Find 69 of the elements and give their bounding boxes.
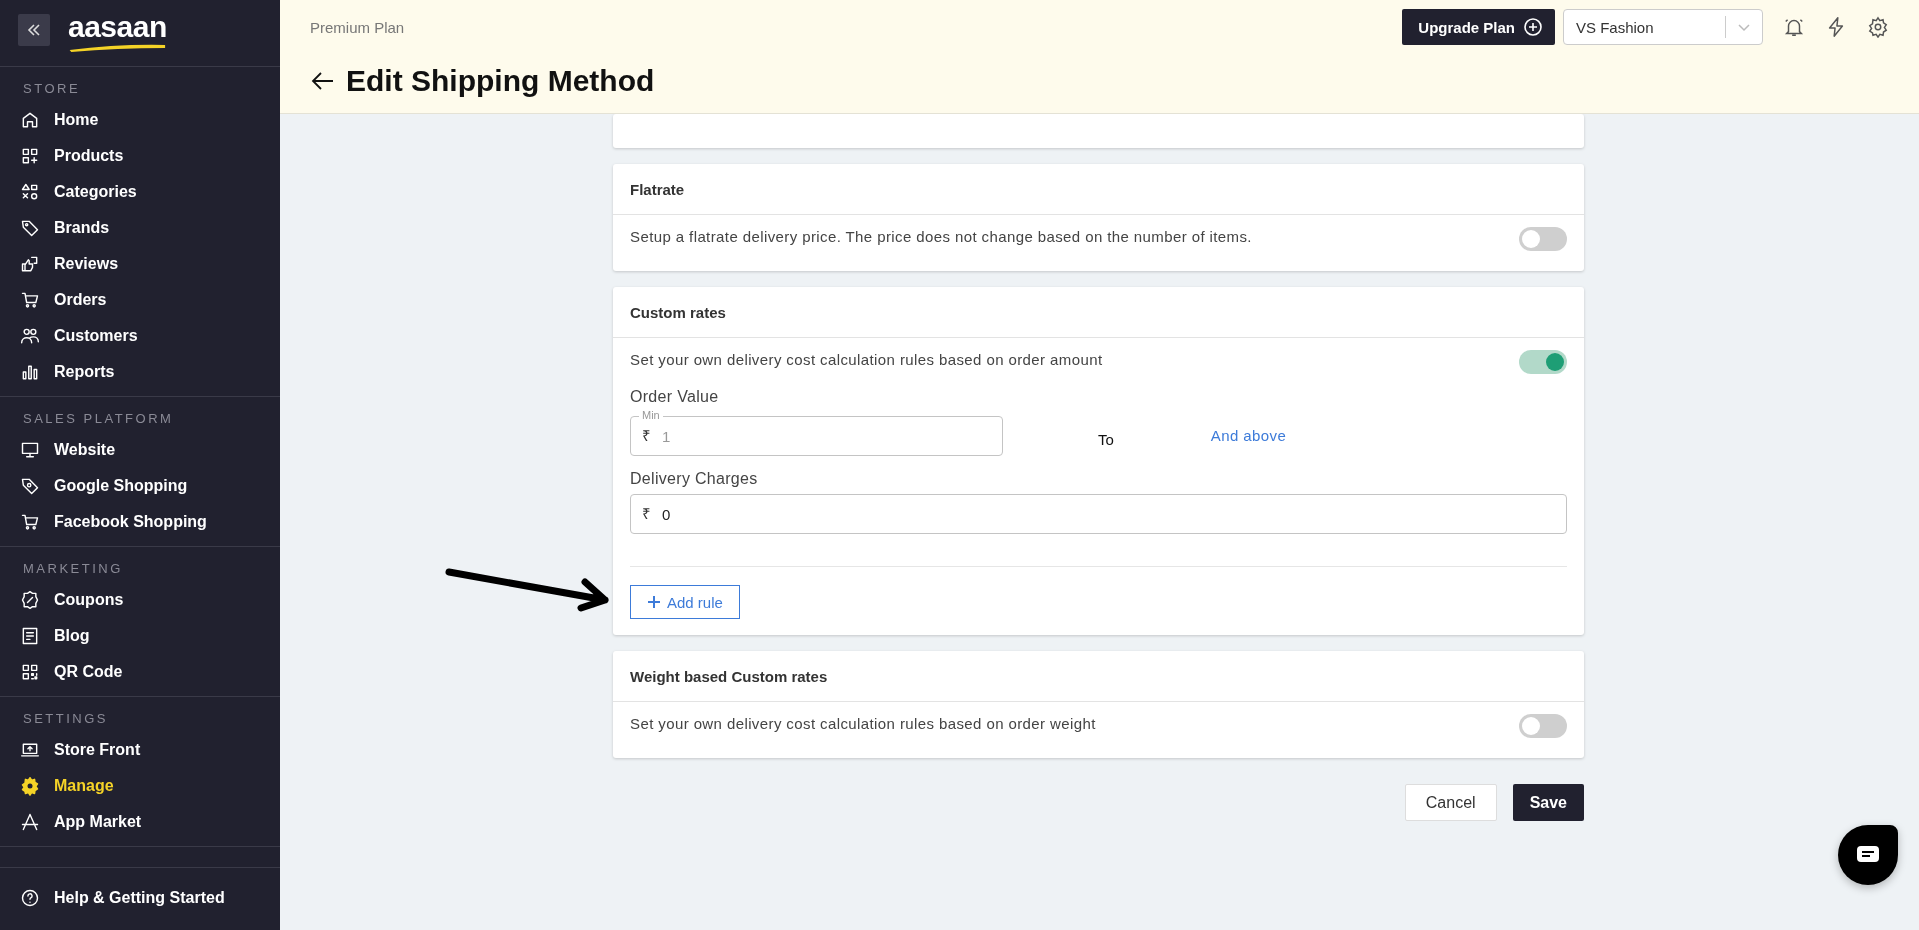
- max-value-text: And above: [1210, 426, 1287, 444]
- laptop-icon: [20, 740, 40, 760]
- cancel-button[interactable]: Cancel: [1404, 784, 1497, 821]
- home-icon: [20, 110, 40, 130]
- tag-icon: [20, 218, 40, 238]
- section-heading: STORE: [22, 80, 82, 98]
- cart-icon: [20, 290, 40, 310]
- a-frame-icon: [20, 812, 40, 832]
- nav-item[interactable]: QR Code: [0, 654, 280, 690]
- people-icon: [20, 326, 40, 346]
- toggle-switch[interactable]: [1519, 227, 1567, 251]
- plus-circle-icon: [1523, 17, 1543, 37]
- document-icon: [20, 626, 40, 646]
- settings-icon[interactable]: [1867, 16, 1889, 38]
- nav-item[interactable]: Home: [0, 102, 280, 138]
- chat-button[interactable]: [1838, 825, 1898, 885]
- field-label: Delivery Charges: [630, 470, 759, 488]
- toggle-switch[interactable]: [1519, 350, 1567, 374]
- nav-item[interactable]: Blog: [0, 618, 280, 654]
- shapes-icon: [20, 182, 40, 202]
- thumbs-icon: [20, 254, 40, 274]
- nav-item[interactable]: Reviews: [0, 246, 280, 282]
- card-title: Custom rates: [630, 303, 726, 321]
- currency-symbol: ₹: [642, 427, 651, 445]
- nav-item[interactable]: Website: [0, 432, 280, 468]
- collapse-button[interactable]: [18, 14, 50, 46]
- description: Setup a flatrate delivery price. The price does not change based on the number of items.: [630, 227, 1252, 247]
- plus-icon: [647, 595, 661, 609]
- nav-item[interactable]: Google Shopping: [0, 468, 280, 504]
- nav-item[interactable]: Customers: [0, 318, 280, 354]
- nav-item[interactable]: Store Front: [0, 732, 280, 768]
- nav-item[interactable]: Facebook Shopping: [0, 504, 280, 540]
- section-heading: SALES PLATFORM: [22, 410, 175, 428]
- description: Set your own delivery cost calculation rules based on order weight: [630, 714, 1096, 734]
- card-title: Flatrate: [630, 180, 685, 198]
- tag-icon: [20, 476, 40, 496]
- grid-icon: [20, 146, 40, 166]
- nav-item[interactable]: Help & Getting Started: [0, 880, 280, 916]
- card-title: Weight based Custom rates: [630, 667, 828, 685]
- floating-label: Min: [639, 408, 663, 422]
- store-select[interactable]: VS Fashion: [1563, 9, 1763, 45]
- section-heading: MARKETING: [22, 560, 124, 578]
- section-heading: SETTINGS: [22, 710, 109, 728]
- to-label: To: [1098, 430, 1114, 448]
- gear-icon: [20, 776, 40, 796]
- help-icon: [20, 888, 40, 908]
- monitor-icon: [20, 440, 40, 460]
- bar-chart-icon: [20, 362, 40, 382]
- nav-item[interactable]: Orders: [0, 282, 280, 318]
- nav-item[interactable]: App Market: [0, 804, 280, 840]
- toggle-switch[interactable]: [1519, 714, 1567, 738]
- cart-icon: [20, 512, 40, 532]
- save-button[interactable]: Save: [1512, 784, 1584, 821]
- currency-symbol: ₹: [642, 505, 651, 523]
- description: Set your own delivery cost calculation rules based on order amount: [630, 350, 1103, 370]
- add-rule-button[interactable]: Add rule: [630, 585, 740, 619]
- field-label: Order Value: [630, 388, 720, 406]
- nav-item[interactable]: Manage: [0, 768, 280, 804]
- plan-label: Premium Plan: [310, 18, 406, 36]
- qr-code-icon: [20, 662, 40, 682]
- badge-icon: [20, 590, 40, 610]
- nav-item[interactable]: Products: [0, 138, 280, 174]
- nav-item[interactable]: Reports: [0, 354, 280, 390]
- nav-item[interactable]: Coupons: [0, 582, 280, 618]
- nav-item[interactable]: Categories: [0, 174, 280, 210]
- chat-icon: [1857, 846, 1879, 864]
- nav-item[interactable]: Brands: [0, 210, 280, 246]
- upgrade-button[interactable]: Upgrade Plan: [1402, 9, 1555, 45]
- page-title: Edit Shipping Method: [346, 64, 655, 98]
